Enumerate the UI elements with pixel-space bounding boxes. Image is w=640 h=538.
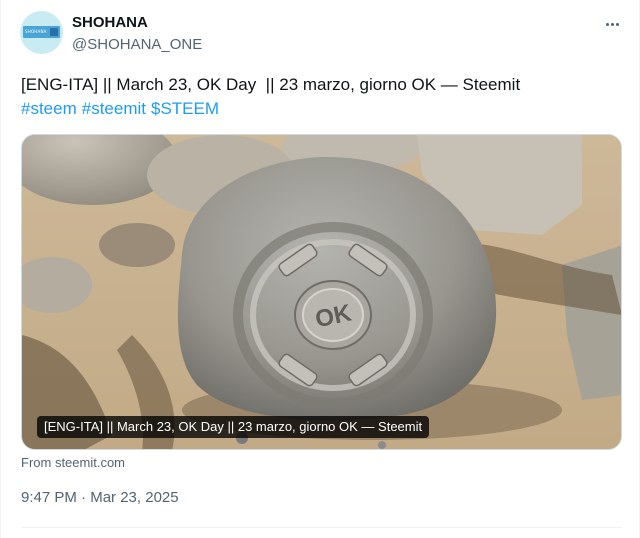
tweet-timestamp: 9:47 PM · Mar 23, 2025 — [21, 489, 179, 506]
pebble — [378, 441, 386, 449]
hashtag-list: #steem #steemit $STEEM — [21, 97, 224, 121]
more-horizontal-icon — [605, 22, 609, 26]
hashtag-steemit[interactable]: #steemit — [82, 99, 146, 118]
beach-stone-photo: OK — [22, 135, 621, 449]
tweet-text: [ENG-ITA] || March 23, OK Day || 23 marz… — [21, 75, 521, 94]
timestamp-separator: · — [81, 489, 87, 506]
tweet-time[interactable]: 9:47 PM — [21, 489, 77, 506]
tweet-container: SHOHANA SHOHANA @SHOHANA_ONE [ENG-ITA] |… — [0, 0, 640, 538]
hashtag-steem[interactable]: #steem — [21, 99, 77, 118]
avatar[interactable]: SHOHANA — [20, 11, 63, 54]
cashtag-steem[interactable]: $STEEM — [151, 99, 219, 118]
divider — [21, 527, 622, 528]
avatar-logo: SHOHANA — [23, 26, 60, 38]
user-handle[interactable]: @SHOHANA_ONE — [72, 36, 202, 53]
card-caption: [ENG-ITA] || March 23, OK Day || 23 marz… — [37, 416, 430, 438]
rock — [99, 223, 175, 267]
more-options-button[interactable] — [597, 12, 627, 36]
display-name[interactable]: SHOHANA — [72, 14, 148, 31]
card-source-link[interactable]: From steemit.com — [21, 455, 125, 470]
tweet-date[interactable]: Mar 23, 2025 — [90, 489, 178, 506]
link-card-image[interactable]: OK [ENG-ITA] || March 23, OK Day || 23 m… — [21, 134, 622, 450]
